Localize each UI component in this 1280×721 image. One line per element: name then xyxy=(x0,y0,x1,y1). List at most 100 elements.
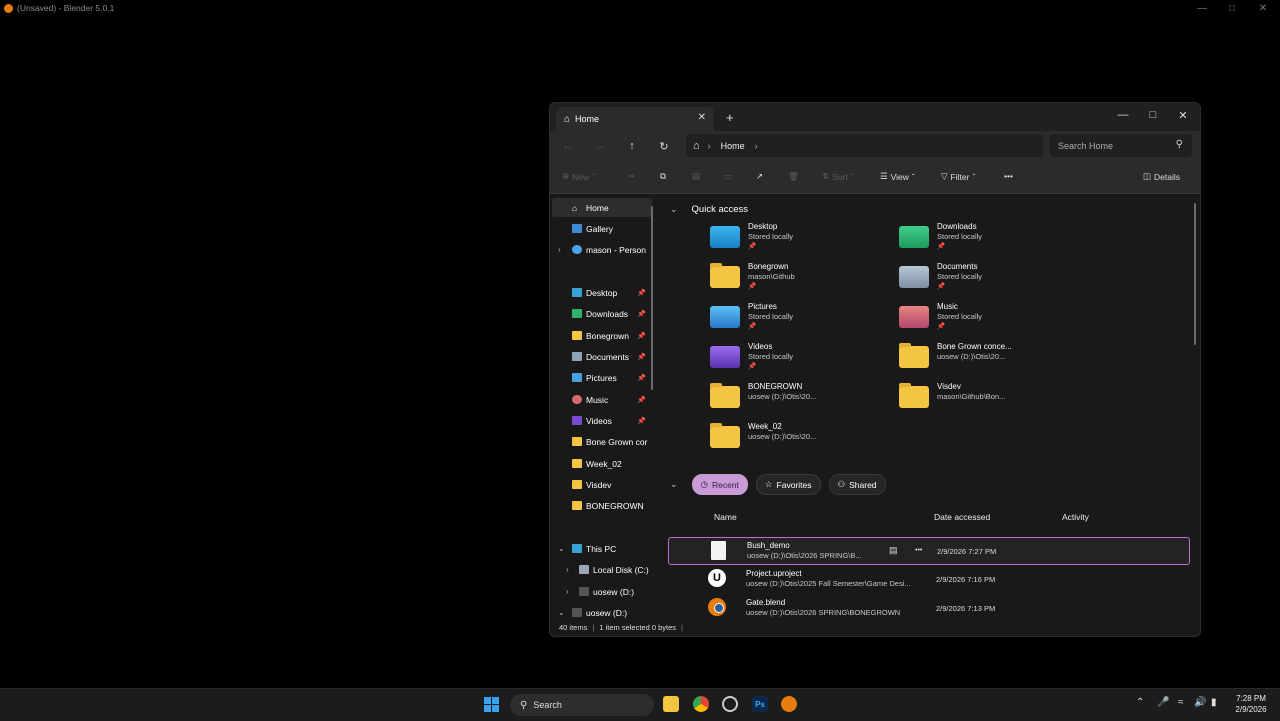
table-row[interactable]: U Project.uproject uosew (D:)\Otis\2025 Fa… xyxy=(668,566,1188,592)
pin-icon[interactable]: 📌 xyxy=(637,417,646,425)
sidebar-item-videos[interactable]: Videos 📌 xyxy=(552,411,652,430)
cut-icon[interactable]: ✂ xyxy=(628,171,635,182)
tab-favorites[interactable]: ☆ Favorites xyxy=(755,474,821,495)
minimize-button[interactable]: — xyxy=(1108,105,1138,125)
column-header-activity[interactable]: Activity xyxy=(1062,512,1089,522)
quick-access-item[interactable]: Bone Grown conce... uosew (D:)\Otis\20... xyxy=(899,342,1069,378)
quick-access-item[interactable]: Week_02 uosew (D:)\Otis\20... xyxy=(710,422,880,458)
sidebar-item-bonegrown[interactable]: Bonegrown 📌 xyxy=(552,326,652,345)
sidebar-item-gallery[interactable]: Gallery xyxy=(552,219,652,238)
refresh-button[interactable]: ↻ xyxy=(655,138,673,154)
forward-button[interactable]: → xyxy=(591,138,609,154)
copy-icon[interactable]: ⧉ xyxy=(660,171,666,182)
sidebar-item-bonegrown-caps[interactable]: BONEGROWN xyxy=(552,496,652,515)
view-button[interactable]: ☰ View ˇ xyxy=(880,171,915,182)
filter-button[interactable]: ▽ Filter ˇ xyxy=(941,171,975,182)
quick-access-header[interactable]: ⌄ Quick access xyxy=(670,204,748,215)
table-row[interactable]: Bush_demo uosew (D:)\Otis\2026 SPRING\B..… xyxy=(668,537,1190,565)
more-options-icon[interactable]: ••• xyxy=(1004,171,1013,181)
open-file-location-icon[interactable]: ▤ xyxy=(889,545,898,556)
share-icon[interactable]: ↗ xyxy=(756,171,763,182)
photoshop-icon[interactable]: Ps xyxy=(752,696,768,712)
maximize-button[interactable]: □ xyxy=(1138,105,1168,125)
pin-icon[interactable]: 📌 xyxy=(748,362,756,370)
wifi-icon[interactable]: ≈ xyxy=(1178,697,1184,708)
quick-access-item[interactable]: Videos Stored locally 📌 xyxy=(710,342,880,378)
quick-access-item[interactable]: Downloads Stored locally 📌 xyxy=(899,222,1069,258)
tab-recent[interactable]: ◷ Recent xyxy=(691,474,748,495)
sidebar-item-this-pc[interactable]: ⌄ This PC xyxy=(552,539,652,558)
quick-access-item[interactable]: Bonegrown mason\Github 📌 xyxy=(710,262,880,298)
quick-access-item[interactable]: Visdev mason\Github\Bon... xyxy=(899,382,1069,418)
blender-close-button[interactable]: ✕ xyxy=(1248,0,1278,16)
new-button[interactable]: ⊕ New ˇ xyxy=(562,171,595,182)
pin-icon[interactable]: 📌 xyxy=(748,322,756,330)
rename-icon[interactable]: ▭ xyxy=(724,171,732,182)
breadcrumb[interactable]: Home xyxy=(721,141,745,151)
up-button[interactable]: ↑ xyxy=(623,138,641,154)
sidebar-item-music[interactable]: Music 📌 xyxy=(552,390,652,409)
clock[interactable]: 7:28 PM 2/9/2026 xyxy=(1229,693,1273,715)
search-box[interactable]: Search Home ⚲ xyxy=(1050,134,1192,157)
back-button[interactable]: ← xyxy=(559,138,577,154)
battery-icon[interactable]: ▮ xyxy=(1211,697,1217,708)
pin-icon[interactable]: 📌 xyxy=(637,396,646,404)
paste-icon[interactable]: ▤ xyxy=(692,171,700,182)
pin-icon[interactable]: 📌 xyxy=(937,242,945,250)
pin-icon[interactable]: 📌 xyxy=(937,322,945,330)
chevron-down-icon[interactable]: ⌄ xyxy=(670,479,678,490)
chevron-right-icon[interactable]: › xyxy=(755,141,758,151)
pin-icon[interactable]: 📌 xyxy=(637,374,646,382)
pin-icon[interactable]: 📌 xyxy=(637,353,646,361)
windows-start-icon[interactable] xyxy=(484,697,500,713)
tab-home[interactable]: ⌂ Home ✕ xyxy=(556,107,714,131)
blender-maximize-button[interactable]: □ xyxy=(1217,0,1247,16)
column-header-name[interactable]: Name xyxy=(714,512,737,522)
sidebar-item-documents[interactable]: Documents 📌 xyxy=(552,347,652,366)
new-tab-button[interactable]: + xyxy=(726,110,734,125)
sidebar-item-onedrive[interactable]: › mason - Person xyxy=(552,240,652,259)
column-header-date[interactable]: Date accessed xyxy=(934,512,990,522)
chevron-up-icon[interactable]: ⌃ xyxy=(1136,697,1144,708)
details-button[interactable]: ◫ Details xyxy=(1143,171,1180,182)
quick-access-item[interactable]: Pictures Stored locally 📌 xyxy=(710,302,880,338)
sidebar-item-visdev[interactable]: Visdev xyxy=(552,475,652,494)
pin-icon[interactable]: 📌 xyxy=(748,242,756,250)
chevron-right-icon[interactable]: › xyxy=(558,245,561,254)
sidebar-item-pictures[interactable]: Pictures 📌 xyxy=(552,368,652,387)
sidebar-item-week-02[interactable]: Week_02 xyxy=(552,454,652,473)
pin-icon[interactable]: 📌 xyxy=(637,289,646,297)
sidebar-item-uosew-d[interactable]: › uosew (D:) xyxy=(552,582,652,601)
table-row[interactable]: Gate.blend uosew (D:)\Otis\2026 SPRING\BO… xyxy=(668,595,1188,621)
sidebar-item-local-disk-c[interactable]: › Local Disk (C:) xyxy=(552,560,652,579)
chevron-right-icon[interactable]: › xyxy=(566,565,569,574)
volume-icon[interactable]: 🔊 xyxy=(1194,697,1206,708)
sidebar-scrollbar[interactable] xyxy=(651,206,653,390)
chevron-right-icon[interactable]: › xyxy=(566,587,569,596)
quick-access-item[interactable]: Music Stored locally 📌 xyxy=(899,302,1069,338)
sidebar-item-desktop[interactable]: Desktop 📌 xyxy=(552,283,652,302)
sort-button[interactable]: ⇅ Sort ˇ xyxy=(822,171,854,182)
delete-icon[interactable]: 🗑 xyxy=(788,171,799,182)
chevron-down-icon[interactable]: ⌄ xyxy=(558,608,565,617)
quick-access-item[interactable]: Documents Stored locally 📌 xyxy=(899,262,1069,298)
pin-icon[interactable]: 📌 xyxy=(637,310,646,318)
address-bar[interactable]: ⌂ › Home › xyxy=(686,134,1043,157)
sidebar-item-bone-grown-concept[interactable]: Bone Grown cor xyxy=(552,432,652,451)
pin-icon[interactable]: 📌 xyxy=(937,282,945,290)
taskbar-search[interactable]: ⚲ Search xyxy=(510,694,654,716)
more-options-icon[interactable]: ••• xyxy=(915,547,922,554)
file-explorer-taskbar-icon[interactable] xyxy=(663,696,679,712)
chrome-icon[interactable] xyxy=(693,696,709,712)
sidebar-item-home[interactable]: ⌂ Home xyxy=(552,198,652,217)
blender-icon[interactable] xyxy=(781,696,797,712)
search-input[interactable]: Search Home xyxy=(1058,141,1113,151)
content-scrollbar[interactable] xyxy=(1194,203,1196,345)
sidebar-item-downloads[interactable]: Downloads 📌 xyxy=(552,304,652,323)
close-button[interactable]: ✕ xyxy=(1168,105,1198,125)
microphone-icon[interactable]: 🎤 xyxy=(1157,697,1169,708)
chevron-down-icon[interactable]: ⌄ xyxy=(670,204,678,215)
app-icon[interactable] xyxy=(722,696,738,712)
quick-access-item[interactable]: BONEGROWN uosew (D:)\Otis\20... xyxy=(710,382,880,418)
blender-minimize-button[interactable]: — xyxy=(1187,0,1217,16)
